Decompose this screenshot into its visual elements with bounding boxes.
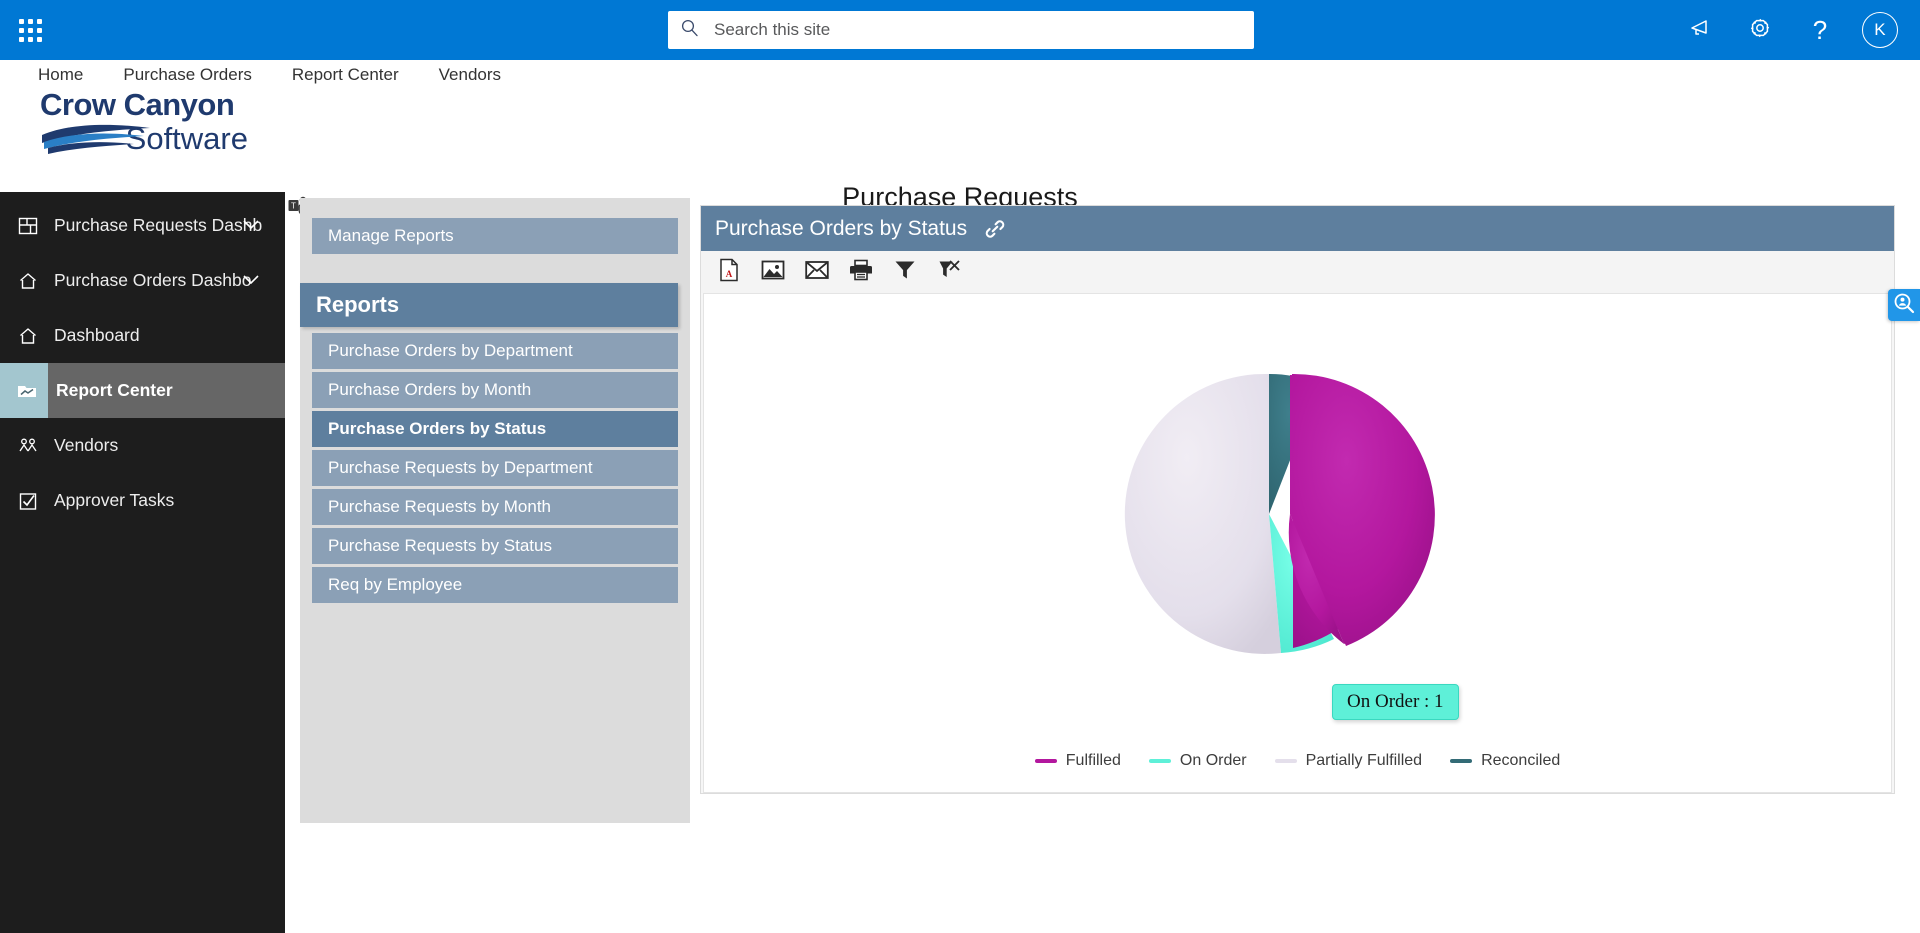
settings-gear-icon: [1748, 16, 1772, 45]
settings-button[interactable]: [1730, 0, 1790, 60]
legend-item-reconciled[interactable]: Reconciled: [1450, 752, 1560, 770]
legend-label: Fulfilled: [1066, 752, 1121, 770]
chart-canvas: Fulfilled On Order Partially Fulfilled R…: [703, 293, 1892, 793]
sidebar-item-report-center[interactable]: Report Center: [0, 363, 285, 418]
email-button[interactable]: [803, 258, 831, 286]
legend-swatch-partially-fulfilled: [1275, 759, 1297, 763]
search-input[interactable]: [712, 17, 1242, 43]
left-sidebar: Purchase Requests Dashb Purchase Orders …: [0, 192, 285, 933]
filter-icon: [894, 259, 916, 286]
reports-panel-header: Reports: [300, 283, 678, 327]
reports-list: Purchase Orders by Department Purchase O…: [312, 333, 678, 606]
sidebar-item-label: Report Center: [56, 380, 173, 401]
search-icon: [680, 18, 700, 43]
report-chart-icon: [6, 363, 48, 418]
avatar: K: [1862, 12, 1898, 48]
dashboard-grid-icon: [10, 216, 46, 236]
checkbox-icon: [10, 491, 46, 511]
app-launcher-button[interactable]: [0, 0, 60, 60]
chart-legend: Fulfilled On Order Partially Fulfilled R…: [704, 752, 1891, 770]
sidebar-item-vendors[interactable]: Vendors: [0, 418, 285, 473]
export-pdf-icon: A: [718, 258, 740, 287]
report-item-req-by-employee[interactable]: Req by Employee: [312, 567, 678, 603]
legend-label: Reconciled: [1481, 752, 1560, 770]
report-item-purchase-requests-by-department[interactable]: Purchase Requests by Department: [312, 450, 678, 486]
suite-actions: ? K: [1670, 0, 1910, 60]
person-search-icon: [1893, 292, 1915, 319]
export-pdf-button[interactable]: A: [715, 258, 743, 286]
announcements-icon: [1688, 16, 1712, 45]
user-menu-button[interactable]: K: [1850, 0, 1910, 60]
home-icon: [10, 271, 46, 291]
legend-swatch-fulfilled: [1035, 759, 1057, 763]
print-button[interactable]: [847, 258, 875, 286]
topnav-item-home[interactable]: Home: [38, 65, 83, 85]
site-header: Crow Canyon Software T Purchase Requests: [0, 88, 1920, 188]
sidebar-item-label: Purchase Requests Dashb: [54, 215, 262, 236]
chart-panel-header: Purchase Orders by Status: [701, 206, 1894, 251]
logo-swoosh-icon: [40, 121, 160, 155]
chart-title: Purchase Orders by Status: [715, 217, 967, 241]
email-icon: [805, 260, 829, 285]
filter-button[interactable]: [891, 258, 919, 286]
top-navigation: Home Purchase Orders Report Center Vendo…: [0, 60, 1920, 90]
topnav-item-vendors[interactable]: Vendors: [439, 65, 501, 85]
reports-panel: Manage Reports Reports Purchase Orders b…: [300, 198, 690, 823]
export-image-button[interactable]: [759, 258, 787, 286]
sidebar-item-label: Purchase Orders Dashbo: [54, 270, 251, 291]
topnav-item-report-center[interactable]: Report Center: [292, 65, 399, 85]
chart-toolbar: A: [701, 251, 1894, 293]
legend-label: Partially Fulfilled: [1306, 752, 1422, 770]
report-item-purchase-orders-by-department[interactable]: Purchase Orders by Department: [312, 333, 678, 369]
report-item-purchase-orders-by-status[interactable]: Purchase Orders by Status: [312, 411, 678, 447]
link-chain-icon[interactable]: [983, 217, 1007, 241]
topnav-item-purchase-orders[interactable]: Purchase Orders: [123, 65, 252, 85]
report-item-purchase-orders-by-month[interactable]: Purchase Orders by Month: [312, 372, 678, 408]
report-item-purchase-requests-by-status[interactable]: Purchase Requests by Status: [312, 528, 678, 564]
sidebar-item-label: Approver Tasks: [54, 490, 174, 511]
legend-item-fulfilled[interactable]: Fulfilled: [1035, 752, 1121, 770]
sidebar-item-approver-tasks[interactable]: Approver Tasks: [0, 473, 285, 528]
help-icon: ?: [1813, 17, 1827, 43]
clear-filter-button[interactable]: [935, 258, 963, 286]
pie-slice-partially-fulfilled[interactable]: [1125, 374, 1281, 654]
site-logo[interactable]: Crow Canyon Software: [40, 88, 250, 160]
chevron-down-icon[interactable]: [243, 217, 259, 235]
svg-text:A: A: [726, 269, 733, 279]
search-box[interactable]: [668, 11, 1254, 49]
sidebar-item-label: Vendors: [54, 435, 118, 456]
print-icon: [849, 259, 873, 286]
sidebar-item-dashboard[interactable]: Dashboard: [0, 308, 285, 363]
pie-chart: [1034, 314, 1594, 714]
sidebar-item-label: Dashboard: [54, 325, 140, 346]
chevron-down-icon[interactable]: [243, 272, 259, 290]
chart-panel: Purchase Orders by Status A: [700, 205, 1895, 794]
export-image-icon: [761, 259, 785, 286]
sidebar-item-purchase-requests-dashboard[interactable]: Purchase Requests Dashb: [0, 198, 285, 253]
legend-item-on-order[interactable]: On Order: [1149, 752, 1247, 770]
legend-label: On Order: [1180, 752, 1247, 770]
legend-swatch-on-order: [1149, 759, 1171, 763]
clear-filter-icon: [938, 259, 960, 286]
manage-reports-button[interactable]: Manage Reports: [312, 218, 678, 254]
waffle-icon: [19, 19, 42, 42]
chart-tooltip: On Order : 1: [1332, 684, 1459, 720]
legend-swatch-reconciled: [1450, 759, 1472, 763]
sidebar-item-purchase-orders-dashboard[interactable]: Purchase Orders Dashbo: [0, 253, 285, 308]
help-button[interactable]: ?: [1790, 0, 1850, 60]
legend-item-partially-fulfilled[interactable]: Partially Fulfilled: [1275, 752, 1422, 770]
person-search-tab-button[interactable]: [1888, 289, 1920, 321]
announcements-button[interactable]: [1670, 0, 1730, 60]
logo-line-1: Crow Canyon: [40, 88, 250, 122]
home-icon: [10, 326, 46, 346]
report-item-purchase-requests-by-month[interactable]: Purchase Requests by Month: [312, 489, 678, 525]
people-icon: [10, 436, 46, 456]
suite-bar: ? K: [0, 0, 1920, 60]
